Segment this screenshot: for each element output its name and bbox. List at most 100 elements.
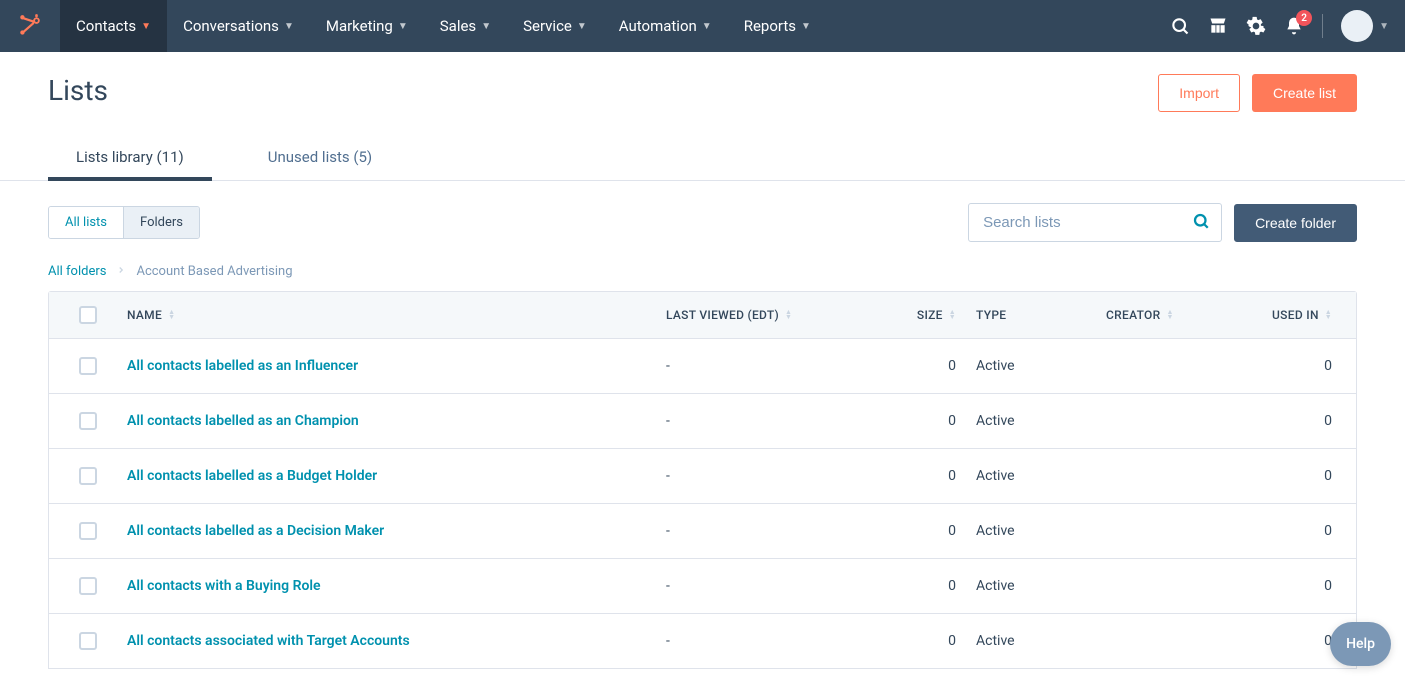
nav-item-contacts[interactable]: Contacts ▼	[60, 0, 167, 52]
list-name-link[interactable]: All contacts labelled as a Budget Holder	[127, 468, 377, 484]
row-checkbox-cell	[49, 632, 127, 650]
avatar	[1341, 10, 1373, 42]
sort-icon: ▲▼	[1325, 310, 1332, 320]
create-folder-button[interactable]: Create folder	[1234, 204, 1357, 242]
nav-item-marketing[interactable]: Marketing▼	[310, 0, 424, 52]
page-header: Lists Import Create list	[48, 74, 1357, 112]
row-name-cell: All contacts labelled as an Influencer	[127, 358, 666, 374]
row-type: Active	[976, 523, 1106, 539]
row-size: 0	[866, 358, 976, 374]
search-input[interactable]	[968, 203, 1222, 242]
nav-item-label: Contacts	[76, 17, 136, 35]
row-used-in: 0	[1256, 358, 1356, 374]
segment-folders[interactable]: Folders	[124, 207, 199, 238]
table-header: NAME ▲▼ LAST VIEWED (EDT) ▲▼ SIZE ▲▼ TYP…	[49, 292, 1356, 339]
notifications-icon[interactable]: 2	[1284, 16, 1304, 36]
table-row: All contacts associated with Target Acco…	[49, 614, 1356, 668]
marketplace-icon[interactable]	[1208, 16, 1228, 36]
tab-1[interactable]: Unused lists (5)	[240, 136, 400, 180]
table-row: All contacts labelled as a Decision Make…	[49, 504, 1356, 559]
row-size: 0	[866, 413, 976, 429]
row-size: 0	[866, 633, 976, 649]
segment-all-lists[interactable]: All lists	[49, 207, 124, 238]
row-last-viewed: -	[666, 358, 866, 374]
list-name-link[interactable]: All contacts associated with Target Acco…	[127, 633, 410, 649]
sort-icon: ▲▼	[949, 310, 956, 320]
help-button[interactable]: Help	[1330, 622, 1391, 666]
row-name-cell: All contacts labelled as a Budget Holder	[127, 468, 666, 484]
nav-item-label: Sales	[440, 17, 476, 35]
column-used-in[interactable]: USED IN ▲▼	[1256, 306, 1356, 324]
sort-icon: ▲▼	[785, 310, 792, 320]
import-button[interactable]: Import	[1158, 74, 1240, 112]
top-nav-menu: Contacts▼Conversations▼Marketing▼Sales▼S…	[60, 0, 1170, 52]
row-last-viewed: -	[666, 578, 866, 594]
list-name-link[interactable]: All contacts labelled as a Decision Make…	[127, 523, 384, 539]
column-type-label: TYPE	[976, 308, 1006, 322]
select-all-checkbox[interactable]	[79, 306, 97, 324]
nav-item-service[interactable]: Service ▼	[507, 0, 603, 52]
nav-item-label: Service	[523, 17, 572, 35]
page-title: Lists	[48, 74, 108, 107]
account-menu[interactable]: ▼	[1341, 10, 1389, 42]
row-checkbox[interactable]	[79, 522, 97, 540]
row-size: 0	[866, 523, 976, 539]
row-checkbox[interactable]	[79, 357, 97, 375]
hubspot-logo-icon	[17, 13, 43, 39]
select-all-column	[49, 306, 127, 324]
row-last-viewed: -	[666, 413, 866, 429]
sort-icon: ▲▼	[168, 310, 175, 320]
app-logo[interactable]	[0, 13, 60, 39]
column-creator[interactable]: CREATOR ▲▼	[1106, 306, 1256, 324]
row-checkbox-cell	[49, 577, 127, 595]
column-last-viewed-label: LAST VIEWED (EDT)	[666, 308, 779, 322]
list-name-link[interactable]: All contacts labelled as an Champion	[127, 413, 359, 429]
chevron-down-icon: ▼	[702, 21, 712, 32]
chevron-down-icon: ▼	[577, 21, 587, 32]
column-name[interactable]: NAME ▲▼	[127, 306, 666, 324]
row-name-cell: All contacts with a Buying Role	[127, 578, 666, 594]
divider	[1322, 14, 1323, 38]
tab-0[interactable]: Lists library (11)	[48, 136, 212, 180]
nav-item-conversations[interactable]: Conversations▼	[167, 0, 310, 52]
chevron-down-icon: ▼	[141, 21, 151, 32]
row-checkbox[interactable]	[79, 412, 97, 430]
nav-item-automation[interactable]: Automation ▼	[603, 0, 728, 52]
list-name-link[interactable]: All contacts with a Buying Role	[127, 578, 321, 594]
breadcrumb-root[interactable]: All folders	[48, 264, 106, 279]
row-last-viewed: -	[666, 468, 866, 484]
row-last-viewed: -	[666, 523, 866, 539]
notification-badge: 2	[1296, 10, 1312, 26]
row-type: Active	[976, 468, 1106, 484]
column-type[interactable]: TYPE	[976, 306, 1106, 324]
nav-item-label: Marketing	[326, 17, 393, 35]
create-list-button[interactable]: Create list	[1252, 74, 1357, 112]
nav-item-label: Automation	[619, 17, 697, 35]
search-icon[interactable]	[1170, 16, 1190, 36]
settings-icon[interactable]	[1246, 16, 1266, 36]
nav-item-reports[interactable]: Reports ▼	[728, 0, 827, 52]
column-creator-label: CREATOR	[1106, 308, 1160, 322]
nav-item-sales[interactable]: Sales▼	[424, 0, 507, 52]
column-size-label: SIZE	[917, 308, 943, 322]
toolbar: All listsFolders Create folder	[48, 203, 1357, 242]
row-used-in: 0	[1256, 413, 1356, 429]
toolbar-right: Create folder	[968, 203, 1357, 242]
table-body: All contacts labelled as an Influencer-0…	[49, 339, 1356, 668]
column-size[interactable]: SIZE ▲▼	[866, 306, 976, 324]
search-box	[968, 203, 1222, 242]
row-type: Active	[976, 578, 1106, 594]
row-checkbox[interactable]	[79, 467, 97, 485]
row-checkbox[interactable]	[79, 632, 97, 650]
table-row: All contacts labelled as a Budget Holder…	[49, 449, 1356, 504]
column-last-viewed[interactable]: LAST VIEWED (EDT) ▲▼	[666, 306, 866, 324]
chevron-right-icon	[116, 264, 126, 279]
chevron-down-icon: ▼	[801, 21, 811, 32]
table-row: All contacts labelled as an Influencer-0…	[49, 339, 1356, 394]
chevron-down-icon: ▼	[1379, 21, 1389, 32]
row-checkbox[interactable]	[79, 577, 97, 595]
list-name-link[interactable]: All contacts labelled as an Influencer	[127, 358, 358, 374]
row-size: 0	[866, 578, 976, 594]
nav-item-label: Reports	[744, 17, 796, 35]
row-used-in: 0	[1256, 578, 1356, 594]
